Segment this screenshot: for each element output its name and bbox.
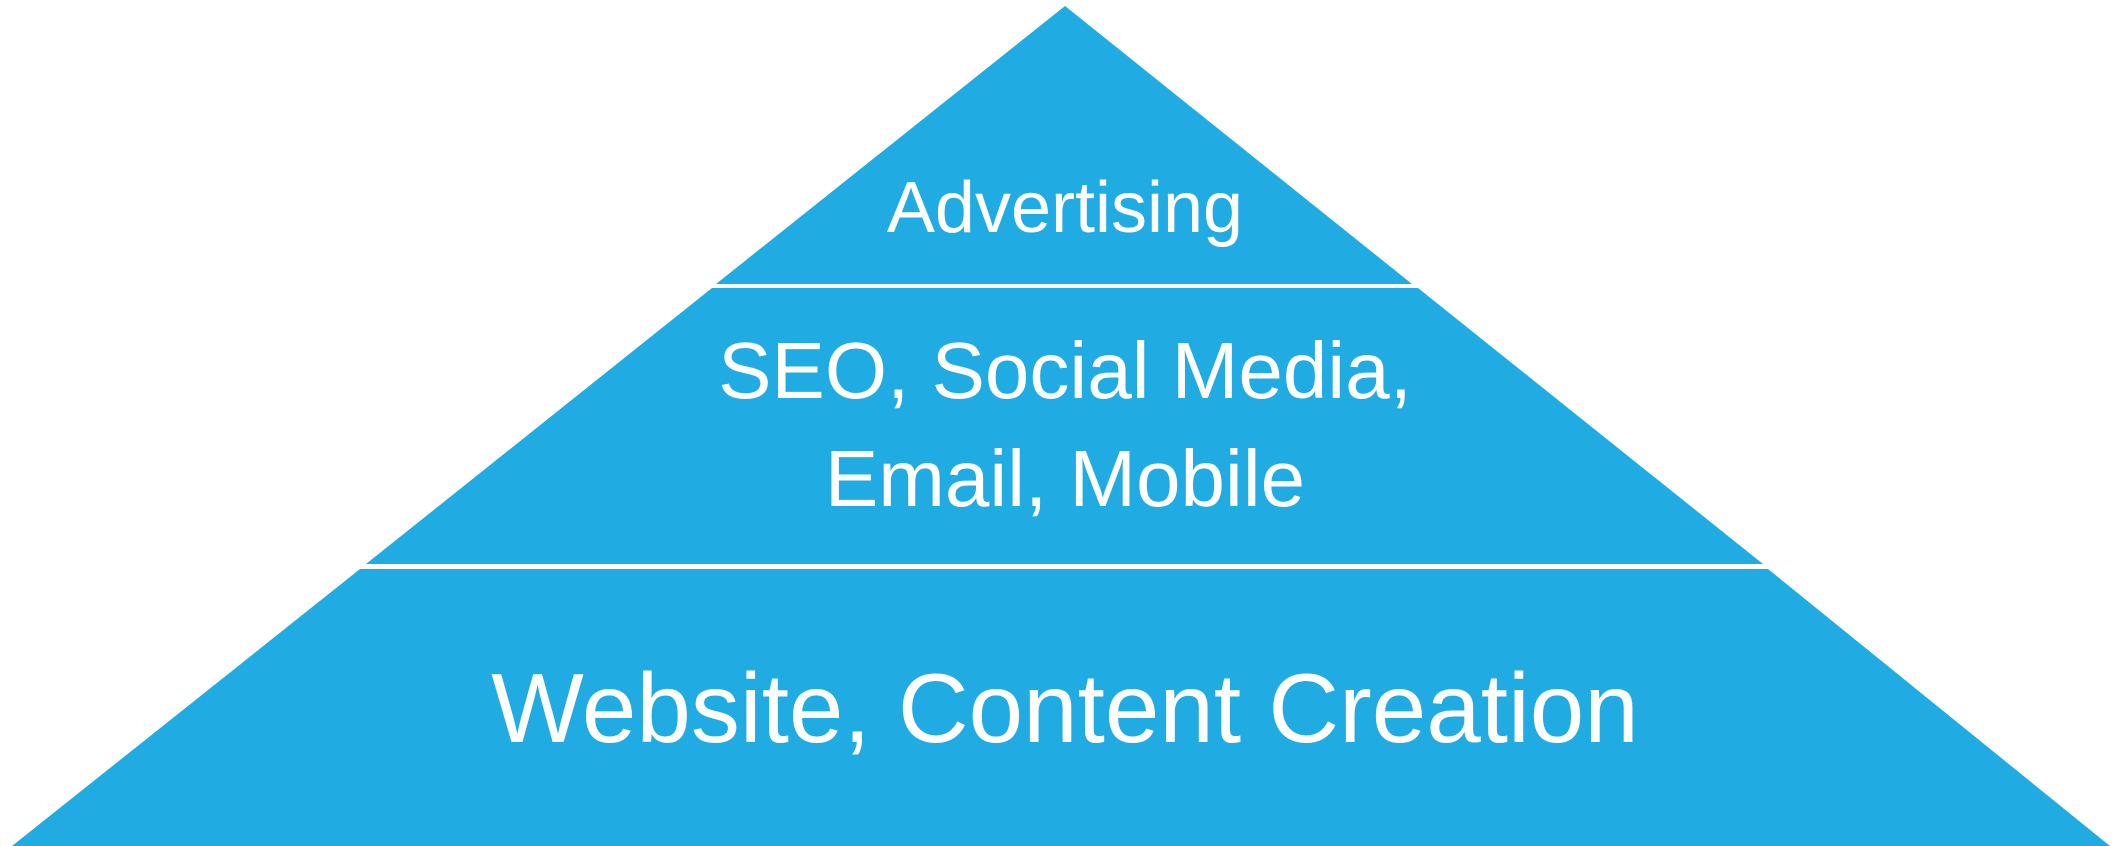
pyramid-diagram: Advertising SEO, Social Media, Email, Mo…	[0, 0, 2117, 846]
pyramid-svg: Advertising SEO, Social Media, Email, Mo…	[12, 6, 2110, 846]
tier-label-seo-social-line-1: SEO, Social Media,	[718, 326, 1412, 415]
tier-label-advertising: Advertising	[887, 168, 1243, 248]
tier-label-website-content: Website, Content Creation	[491, 653, 1639, 763]
tier-label-seo-social-line-2: Email, Mobile	[825, 434, 1305, 523]
